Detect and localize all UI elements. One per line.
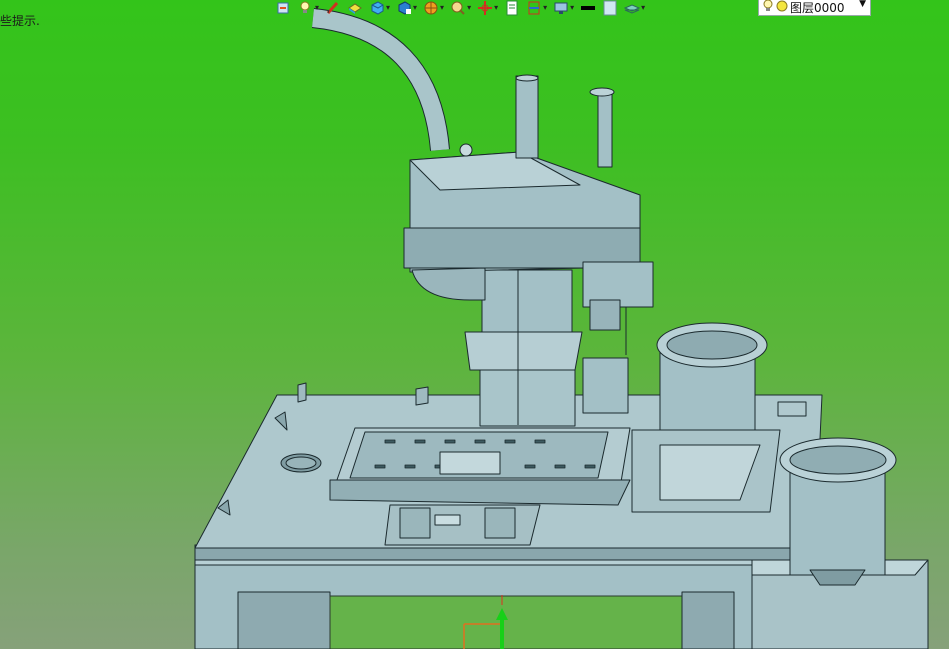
status-hint: 些提示. xyxy=(0,14,40,28)
chevron-down-icon[interactable]: ▾ xyxy=(467,4,471,12)
cad-model-scene[interactable] xyxy=(0,0,949,649)
layer-color-icon xyxy=(776,0,788,15)
chevron-down-icon[interactable]: ▾ xyxy=(543,4,547,12)
monitor-icon xyxy=(553,0,569,16)
zoom-icon xyxy=(450,0,466,16)
layer-selector[interactable]: 图层0000 ▼ xyxy=(758,0,871,16)
view-toolbar: ▾ ▾ ▾ ▾ ▾ ▾ ▾ ▾ ▾ xyxy=(276,0,651,16)
import-icon xyxy=(276,0,292,16)
light-bulb-icon xyxy=(762,0,774,16)
import-button[interactable] xyxy=(276,0,292,16)
graphics-viewport[interactable]: 些提示. ▾ ▾ ▾ ▾ ▾ ▾ ▾ ▾ ▾ 图层0000 ▼ xyxy=(0,0,949,649)
blank-color-icon xyxy=(602,0,618,16)
chevron-down-icon[interactable]: ▾ xyxy=(570,4,574,12)
layer-name: 图层0000 xyxy=(790,0,845,15)
chevron-down-icon[interactable]: ▾ xyxy=(386,4,390,12)
layer-stack-icon xyxy=(624,0,641,16)
line-weight-button[interactable] xyxy=(580,0,596,16)
render-mode-button[interactable]: ▾ xyxy=(423,0,444,16)
chevron-down-icon[interactable]: ▾ xyxy=(494,4,498,12)
face-color-button[interactable] xyxy=(347,0,363,16)
pen-icon xyxy=(325,0,341,16)
chevron-down-icon[interactable]: ▾ xyxy=(641,4,645,12)
pan-button[interactable]: ▾ xyxy=(477,0,498,16)
light-bulb-icon xyxy=(298,0,314,16)
new-sheet-button[interactable] xyxy=(504,0,520,16)
line-weight-icon xyxy=(580,0,596,16)
new-sheet-icon xyxy=(504,0,520,16)
chevron-down-icon[interactable]: ▼ xyxy=(859,0,866,9)
pan-icon xyxy=(477,0,493,16)
face-color-icon xyxy=(347,0,363,16)
view-cube-button[interactable]: ▾ xyxy=(369,0,390,16)
layer-stack-button[interactable]: ▾ xyxy=(624,0,645,16)
section-icon xyxy=(526,0,542,16)
pen-button[interactable] xyxy=(325,0,341,16)
section-button[interactable]: ▾ xyxy=(526,0,547,16)
view-cube-icon xyxy=(369,0,385,16)
chevron-down-icon[interactable]: ▾ xyxy=(440,4,444,12)
light-bulb-button[interactable]: ▾ xyxy=(298,0,319,16)
chevron-down-icon[interactable]: ▾ xyxy=(413,4,417,12)
standard-views-button[interactable]: ▾ xyxy=(396,0,417,16)
blank-color-button[interactable] xyxy=(602,0,618,16)
chevron-down-icon[interactable]: ▾ xyxy=(315,4,319,12)
standard-views-icon xyxy=(396,0,412,16)
zoom-button[interactable]: ▾ xyxy=(450,0,471,16)
render-mode-icon xyxy=(423,0,439,16)
monitor-button[interactable]: ▾ xyxy=(553,0,574,16)
